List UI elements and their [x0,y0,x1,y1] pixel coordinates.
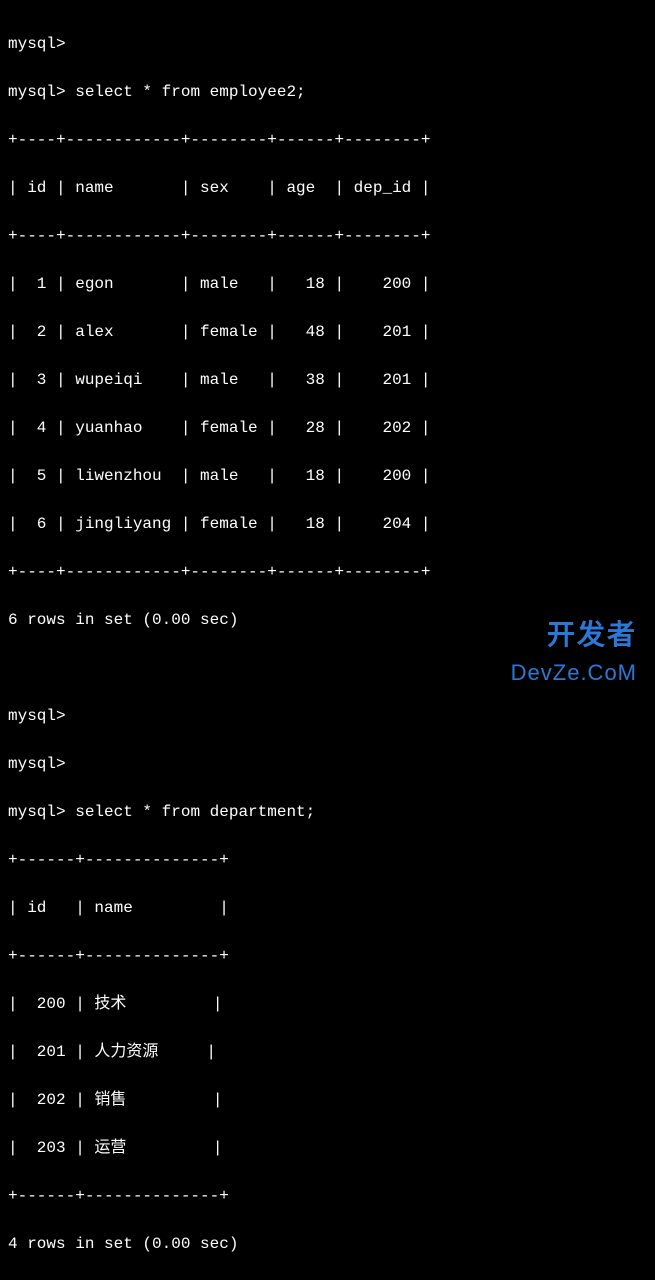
table-row: | 2 | alex | female | 48 | 201 | [8,320,647,344]
mysql-prompt[interactable]: mysql> [8,707,66,725]
table-row: | 6 | jingliyang | female | 18 | 204 | [8,512,647,536]
table-border: +----+------------+--------+------+-----… [8,224,647,248]
mysql-prompt[interactable]: mysql> [8,35,66,53]
table-row: | 5 | liwenzhou | male | 18 | 200 | [8,464,647,488]
terminal-output: mysql> mysql> select * from employee2; +… [8,8,647,1280]
table-border: +----+------------+--------+------+-----… [8,128,647,152]
table-row: | 1 | egon | male | 18 | 200 | [8,272,647,296]
table-row: | 202 | 销售 | [8,1088,647,1112]
table-header-row: | id | name | sex | age | dep_id | [8,176,647,200]
table-row: | 4 | yuanhao | female | 28 | 202 | [8,416,647,440]
table-border: +------+--------------+ [8,944,647,968]
table-row: | 3 | wupeiqi | male | 38 | 201 | [8,368,647,392]
table-header-row: | id | name | [8,896,647,920]
table-row: | 201 | 人力资源 | [8,1040,647,1064]
mysql-prompt[interactable]: mysql> [8,755,66,773]
table-row: | 203 | 运营 | [8,1136,647,1160]
sql-query-2: select * from department; [75,803,315,821]
mysql-prompt[interactable]: mysql> [8,83,66,101]
sql-query-1: select * from employee2; [75,83,305,101]
table-border: +------+--------------+ [8,848,647,872]
result-summary: 4 rows in set (0.00 sec) [8,1232,647,1256]
mysql-prompt[interactable]: mysql> [8,803,66,821]
table-border: +----+------------+--------+------+-----… [8,560,647,584]
table-border: +------+--------------+ [8,1184,647,1208]
table-row: | 200 | 技术 | [8,992,647,1016]
result-summary: 6 rows in set (0.00 sec) [8,608,647,632]
